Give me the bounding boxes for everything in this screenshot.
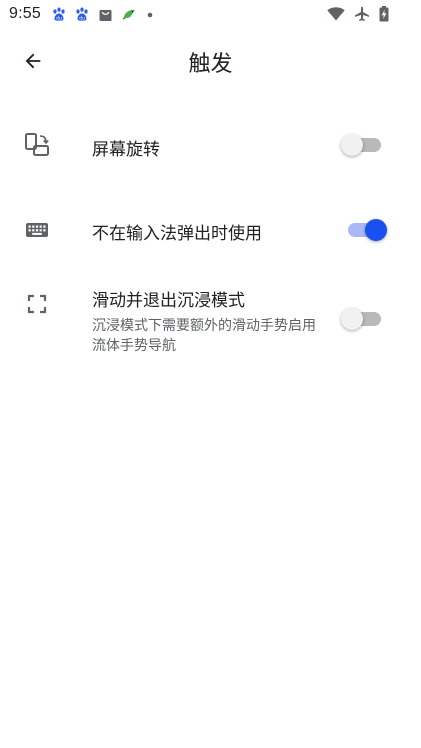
exit-immersive-toggle[interactable] [340, 305, 388, 333]
toggle-thumb [341, 308, 363, 330]
notification-icons: du du [52, 7, 154, 22]
setting-exit-immersive[interactable]: 滑动并退出沉浸模式 沉浸模式下需要额外的滑动手势启用流体手势导航 [0, 280, 421, 360]
baidu-paw-icon: du [75, 7, 89, 22]
svg-text:du: du [56, 16, 62, 22]
svg-text:du: du [79, 16, 85, 22]
disable-when-keyboard-toggle[interactable] [340, 216, 388, 244]
battery-charging-icon [379, 6, 389, 22]
baidu-paw-icon: du [52, 7, 66, 22]
setting-title: 滑动并退出沉浸模式 [92, 291, 245, 311]
page-title: 触发 [188, 52, 233, 77]
notification-dot-icon [146, 11, 154, 19]
screen-rotation-toggle[interactable] [340, 131, 388, 159]
bird-app-icon [122, 8, 137, 21]
system-status-icons [327, 6, 389, 22]
setting-summary: 沉浸模式下需要额外的滑动手势启用流体手势导航 [92, 318, 316, 354]
status-bar: 9:55 du du [0, 0, 421, 30]
keyboard-icon [24, 217, 50, 243]
setting-title: 不在输入法弹出时使用 [92, 224, 262, 244]
fullscreen-icon [24, 291, 50, 317]
setting-screen-rotation[interactable]: 屏幕旋转 [0, 120, 421, 172]
status-time: 9:55 [9, 5, 41, 22]
airplane-mode-icon [354, 6, 370, 22]
toggle-thumb [341, 134, 363, 156]
setting-disable-when-keyboard[interactable]: 不在输入法弹出时使用 [0, 204, 421, 256]
shopping-bag-icon [98, 7, 113, 22]
wifi-icon [327, 7, 345, 21]
screen-rotation-icon [24, 132, 50, 158]
top-app-bar: 触发 [0, 30, 421, 92]
setting-title: 屏幕旋转 [92, 140, 160, 160]
toggle-thumb [365, 219, 387, 241]
